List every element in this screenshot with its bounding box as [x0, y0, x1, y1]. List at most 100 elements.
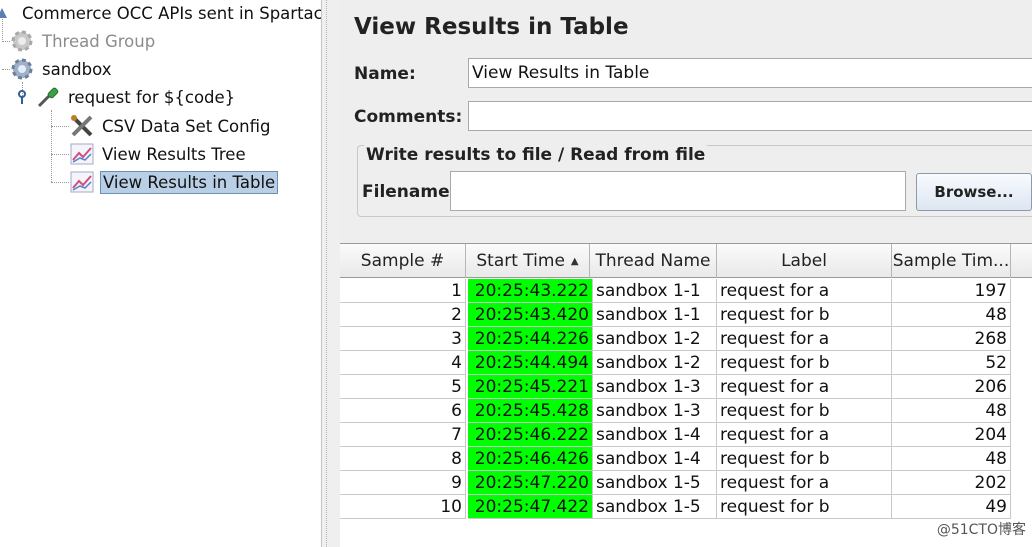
start-time-cell: 20:25:45.221 — [468, 375, 593, 399]
table-row[interactable]: 9 20:25:47.220 sandbox 1-5 request for a 202 — [340, 471, 1032, 495]
sample-number-cell: 5 — [340, 375, 466, 399]
sample-number-cell: 9 — [340, 471, 466, 495]
label-cell: request for b — [717, 447, 892, 471]
sample-number-cell: 2 — [340, 303, 466, 327]
tree-node-label: View Results Tree — [102, 144, 246, 164]
sample-time-cell: 52 — [892, 351, 1011, 375]
table-row[interactable]: 2 20:25:43.420 sandbox 1-1 request for b 48 — [340, 303, 1032, 327]
thread-name-cell: sandbox 1-1 — [593, 279, 717, 303]
label-cell: request for a — [717, 279, 892, 303]
start-time-cell: 20:25:44.226 — [468, 327, 593, 351]
label-cell: request for a — [717, 471, 892, 495]
thread-name-cell: sandbox 1-4 — [593, 423, 717, 447]
sample-number-cell: 6 — [340, 399, 466, 423]
browse-button[interactable]: Browse... — [916, 173, 1032, 211]
comments-label: Comments: — [354, 107, 463, 127]
sample-time-cell: 49 — [892, 495, 1011, 519]
sample-number-cell: 1 — [340, 279, 466, 303]
column-header-start-time[interactable]: Start Time ▲ — [466, 244, 590, 278]
test-plan-icon — [0, 0, 16, 26]
sample-number-cell: 8 — [340, 447, 466, 471]
graph-icon — [68, 141, 96, 167]
tree-node-thread-group[interactable]: Thread Group — [8, 28, 157, 54]
thread-name-cell: sandbox 1-3 — [593, 375, 717, 399]
tree-node-test-plan[interactable]: Commerce OCC APIs sent in Spartacu — [0, 0, 321, 26]
thread-name-cell: sandbox 1-2 — [593, 351, 717, 375]
tree-node-sandbox[interactable]: sandbox — [8, 56, 113, 82]
comments-field[interactable] — [468, 101, 1032, 131]
watermark: @51CTO博客 — [936, 522, 1026, 538]
start-time-cell: 20:25:44.494 — [468, 351, 593, 375]
tree-node-label: sandbox — [42, 59, 112, 79]
start-time-cell: 20:25:47.422 — [468, 495, 593, 519]
filename-label: Filename — [362, 182, 450, 202]
results-table[interactable]: Sample # Start Time ▲ Thread Name Label S… — [340, 243, 1032, 547]
sample-time-cell: 197 — [892, 279, 1011, 303]
table-row[interactable]: 4 20:25:44.494 sandbox 1-2 request for b 52 — [340, 351, 1032, 375]
table-row[interactable]: 10 20:25:47.422 sandbox 1-5 request for b 49 — [340, 495, 1032, 519]
thread-name-cell: sandbox 1-4 — [593, 447, 717, 471]
start-time-cell: 20:25:43.420 — [468, 303, 593, 327]
thread-name-cell: sandbox 1-3 — [593, 399, 717, 423]
sample-time-cell: 206 — [892, 375, 1011, 399]
page-title: View Results in Table — [354, 14, 629, 40]
table-header: Sample # Start Time ▲ Thread Name Label S… — [340, 244, 1032, 278]
sample-time-cell: 48 — [892, 447, 1011, 471]
start-time-cell: 20:25:45.428 — [468, 399, 593, 423]
table-row[interactable]: 3 20:25:44.226 sandbox 1-2 request for a 268 — [340, 327, 1032, 351]
name-field[interactable] — [468, 58, 1032, 88]
tree-node-csv-config[interactable]: CSV Data Set Config — [68, 113, 272, 139]
sample-time-cell: 204 — [892, 423, 1011, 447]
label-cell: request for a — [717, 423, 892, 447]
test-plan-tree: Commerce OCC APIs sent in Spartacu Threa… — [0, 0, 321, 547]
sample-time-cell: 48 — [892, 399, 1011, 423]
column-header-thread-name[interactable]: Thread Name — [590, 244, 717, 278]
table-row[interactable]: 1 20:25:43.222 sandbox 1-1 request for a 197 — [340, 279, 1032, 303]
gear-icon — [8, 28, 36, 54]
sample-number-cell: 4 — [340, 351, 466, 375]
sample-number-cell: 7 — [340, 423, 466, 447]
tree-node-view-results-table[interactable]: View Results in Table — [68, 169, 279, 195]
table-row[interactable]: 5 20:25:45.221 sandbox 1-3 request for a 206 — [340, 375, 1032, 399]
column-header-label[interactable]: Label — [717, 244, 892, 278]
label-cell: request for b — [717, 351, 892, 375]
sample-number-cell: 3 — [340, 327, 466, 351]
name-label: Name: — [354, 64, 416, 84]
start-time-cell: 20:25:46.222 — [468, 423, 593, 447]
thread-name-cell: sandbox 1-5 — [593, 471, 717, 495]
tree-node-view-results-tree[interactable]: View Results Tree — [68, 141, 248, 167]
table-row[interactable]: 8 20:25:46.426 sandbox 1-4 request for b 48 — [340, 447, 1032, 471]
gear-icon — [8, 56, 36, 82]
sample-time-cell: 202 — [892, 471, 1011, 495]
file-group-title: Write results to file / Read from file — [364, 145, 708, 165]
start-time-cell: 20:25:47.220 — [468, 471, 593, 495]
label-cell: request for b — [717, 495, 892, 519]
filename-field[interactable] — [450, 171, 906, 211]
graph-icon — [68, 169, 96, 195]
sample-time-cell: 268 — [892, 327, 1011, 351]
sample-number-cell: 10 — [340, 495, 466, 519]
sort-ascending-icon: ▲ — [570, 255, 579, 267]
tree-node-label: View Results in Table — [100, 170, 279, 194]
column-header-sample[interactable]: Sample # — [340, 244, 466, 278]
tools-icon — [68, 113, 96, 139]
label-cell: request for a — [717, 327, 892, 351]
results-table-panel: View Results in Table Name: Comments: Wr… — [340, 0, 1032, 547]
table-row[interactable]: 7 20:25:46.222 sandbox 1-4 request for a 204 — [340, 423, 1032, 447]
tree-node-label: CSV Data Set Config — [102, 116, 271, 136]
table-row[interactable]: 6 20:25:45.428 sandbox 1-3 request for b 48 — [340, 399, 1032, 423]
column-header-sample-time[interactable]: Sample Tim... — [892, 244, 1011, 278]
start-time-cell: 20:25:46.426 — [468, 447, 593, 471]
label-cell: request for a — [717, 375, 892, 399]
expand-handle-icon[interactable] — [14, 84, 30, 110]
tree-node-request[interactable]: request for ${code} — [14, 84, 237, 110]
tree-node-label: Thread Group — [42, 31, 156, 51]
pipette-icon — [34, 84, 62, 110]
tree-node-label: request for ${code} — [68, 87, 236, 107]
thread-name-cell: sandbox 1-2 — [593, 327, 717, 351]
tree-node-label: Commerce OCC APIs sent in Spartacu — [22, 3, 321, 23]
sample-time-cell: 48 — [892, 303, 1011, 327]
label-cell: request for b — [717, 399, 892, 423]
thread-name-cell: sandbox 1-5 — [593, 495, 717, 519]
split-pane-divider[interactable] — [321, 0, 340, 547]
